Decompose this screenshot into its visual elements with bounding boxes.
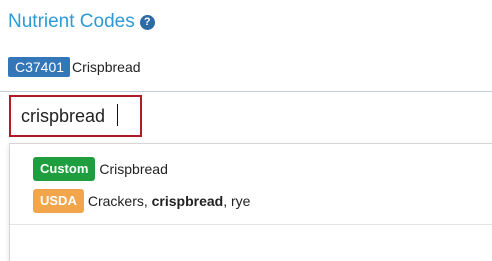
- result-text-after: , rye: [223, 193, 251, 209]
- help-icon[interactable]: ?: [139, 15, 155, 30]
- text-cursor: [117, 104, 118, 126]
- result-text: Crispbread: [99, 161, 167, 177]
- search-results-dropdown: Custom Crispbread USDA Crackers, crispbr…: [9, 143, 492, 261]
- code-name: Crispbread: [72, 59, 141, 75]
- page-title: Nutrient Codes: [8, 11, 135, 32]
- search-input[interactable]: [9, 95, 142, 137]
- dropdown-divider: [10, 224, 492, 225]
- result-item-usda[interactable]: USDA Crackers, crispbread, rye: [33, 189, 250, 213]
- selected-nutrient-code: C37401 Crispbread: [8, 57, 141, 77]
- code-badge[interactable]: C37401: [8, 57, 71, 77]
- nutrient-codes-panel: Nutrient Codes ? C37401 Crispbread Custo…: [0, 0, 492, 261]
- search-field-container: [0, 91, 492, 141]
- usda-source-badge: USDA: [33, 189, 84, 213]
- result-text: Crackers, crispbread, rye: [88, 193, 251, 209]
- header: Nutrient Codes ?: [8, 9, 155, 35]
- result-item-custom[interactable]: Custom Crispbread: [33, 157, 168, 181]
- custom-source-badge: Custom: [33, 157, 96, 181]
- result-text-match: crispbread: [151, 193, 224, 209]
- result-text-before: Crackers,: [87, 193, 152, 209]
- result-text-plain: Crispbread: [99, 161, 168, 177]
